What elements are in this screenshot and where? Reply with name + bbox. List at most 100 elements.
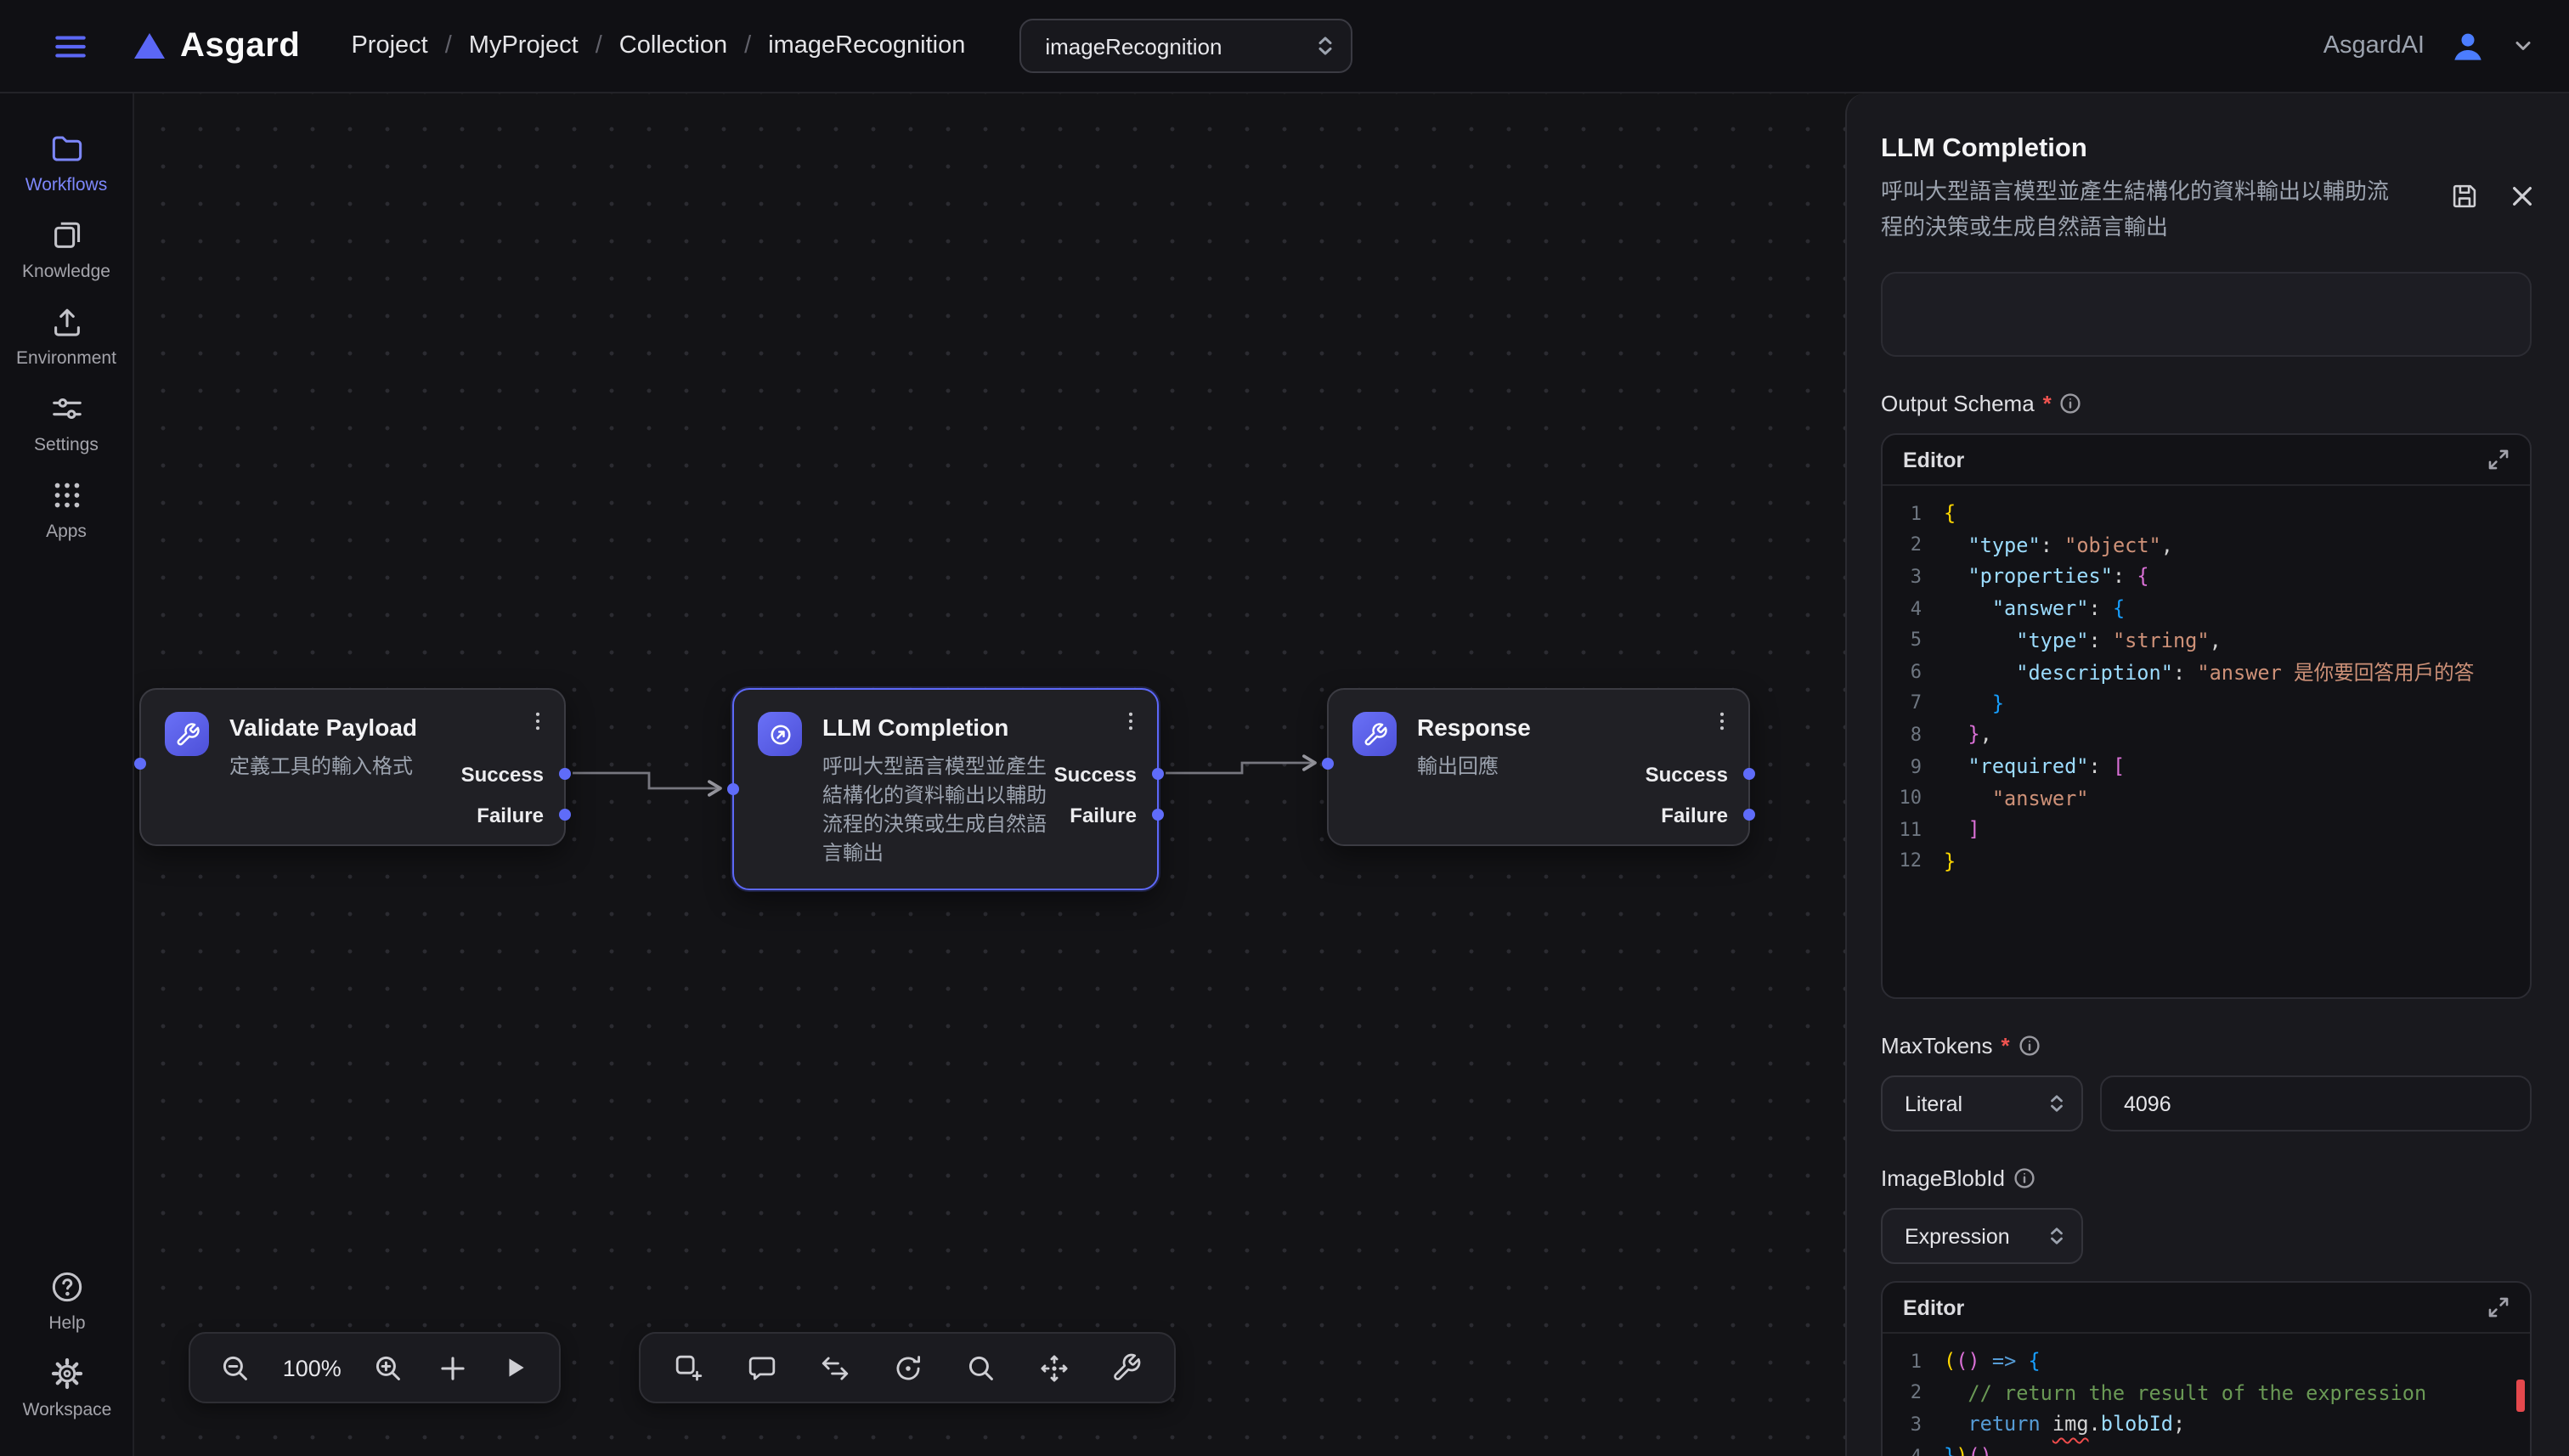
rerun-button[interactable] (892, 1352, 924, 1384)
breadcrumb-separator: / (744, 32, 751, 59)
code-area[interactable]: 1(() => {2 // return the result of the e… (1883, 1334, 2530, 1456)
max-tokens-label: MaxTokens * (1881, 1033, 2532, 1058)
inspector-description: 呼叫大型語言模型並產生結構化的資料輸出以輔助流程的決策或生成自然語言輸出 (1881, 175, 2394, 245)
node-validate-payload[interactable]: Validate Payload 定義工具的輸入格式 Success Failu… (139, 688, 566, 846)
info-icon[interactable] (2060, 392, 2082, 415)
tools-button[interactable] (1111, 1352, 1142, 1383)
breadcrumb: Project / MyProject / Collection / image… (351, 32, 965, 59)
success-port[interactable] (1743, 768, 1755, 780)
save-icon (2450, 182, 2479, 211)
sliders-icon (48, 391, 84, 426)
save-button[interactable] (2450, 182, 2479, 211)
add-node-button[interactable] (673, 1352, 705, 1384)
sidebar-item-settings[interactable]: Settings (3, 391, 129, 455)
sidebar-item-label: Environment (16, 348, 116, 369)
info-icon[interactable] (2019, 1035, 2041, 1057)
user-avatar-icon[interactable] (2447, 25, 2489, 67)
failure-port[interactable] (1152, 809, 1164, 821)
select-value: Expression (1905, 1224, 2010, 1248)
success-port[interactable] (559, 768, 571, 780)
expression-editor: Editor 1(() => {2 // return the result o… (1881, 1281, 2532, 1456)
breadcrumb-separator: / (596, 32, 602, 59)
wrench-icon (1111, 1352, 1142, 1383)
sidebar-item-label: Knowledge (22, 262, 110, 282)
run-button[interactable] (500, 1352, 530, 1383)
sidebar-bottom-group: Help Workspace (0, 1269, 134, 1442)
node-subtitle: 呼叫大型語言模型並產生結構化的資料輸出以輔助流程的決策或生成自然語言輸出 (822, 753, 1050, 868)
output-schema-editor: Editor 1{2 "type": "object",3 "propertie… (1881, 433, 2532, 999)
sidebar-item-apps[interactable]: Apps (3, 477, 129, 542)
chevron-updown-icon (2047, 1092, 2066, 1115)
zoom-toolbar: 100% (189, 1332, 561, 1403)
field-label-text: MaxTokens (1881, 1033, 1993, 1058)
app-window: Asgard Project / MyProject / Collection … (0, 0, 2569, 1456)
fit-view-button[interactable] (1038, 1352, 1070, 1384)
sidebar-item-label: Settings (34, 435, 99, 455)
chevron-down-icon[interactable] (2511, 34, 2535, 58)
help-icon (49, 1269, 85, 1305)
editor-title: Editor (1903, 448, 1964, 471)
menu-icon[interactable] (51, 26, 90, 65)
clipped-field[interactable] (1881, 272, 2532, 357)
nav-right-group: AsgardAI (2323, 25, 2535, 67)
field-label-text: Output Schema (1881, 391, 2035, 416)
swap-arrows-icon (819, 1352, 851, 1384)
node-menu-icon[interactable] (525, 708, 550, 734)
breadcrumb-myproject[interactable]: MyProject (469, 32, 579, 59)
zoom-in-button[interactable] (373, 1352, 405, 1384)
node-menu-icon[interactable] (1118, 708, 1143, 734)
search-button[interactable] (965, 1352, 997, 1384)
upload-icon (48, 304, 84, 340)
comment-button[interactable] (746, 1352, 778, 1384)
chevron-updown-icon (2047, 1225, 2066, 1247)
error-marker (2515, 1380, 2525, 1412)
sidebar-item-label: Workspace (23, 1400, 112, 1420)
inspector-title: LLM Completion (1881, 134, 2532, 165)
max-tokens-mode-select[interactable]: Literal (1881, 1075, 2083, 1132)
frame-plus-icon (673, 1352, 705, 1384)
sidebar-item-environment[interactable]: Environment (3, 304, 129, 369)
max-tokens-input[interactable] (2100, 1075, 2532, 1132)
failure-port[interactable] (1743, 809, 1755, 821)
canvas-tools-toolbar (639, 1332, 1176, 1403)
node-menu-icon[interactable] (1709, 708, 1735, 734)
swap-connections-button[interactable] (819, 1352, 851, 1384)
failure-port[interactable] (559, 809, 571, 821)
ai-circle-arrow-icon (758, 712, 802, 756)
editor-title: Editor (1903, 1295, 1964, 1319)
workflow-select[interactable]: imageRecognition (1019, 19, 1352, 73)
image-blob-id-row: Expression (1881, 1208, 2532, 1264)
zoom-out-button[interactable] (219, 1352, 251, 1384)
sidebar-item-help[interactable]: Help (4, 1269, 130, 1334)
sidebar-item-label: Workflows (25, 175, 107, 195)
node-subtitle: 輸出回應 (1417, 753, 1499, 782)
app-logo[interactable]: Asgard (133, 26, 300, 65)
info-icon[interactable] (2013, 1167, 2035, 1189)
sidebar-item-workflows[interactable]: Workflows (3, 131, 129, 195)
node-title: Validate Payload (229, 714, 417, 741)
breadcrumb-imagerecognition[interactable]: imageRecognition (768, 32, 965, 59)
node-response[interactable]: Response 輸出回應 Success Failure (1327, 688, 1750, 846)
rotate-target-icon (892, 1352, 924, 1384)
editor-header: Editor (1883, 1283, 2530, 1334)
wrench-icon (1352, 712, 1397, 756)
input-port[interactable] (1322, 758, 1334, 770)
input-port[interactable] (134, 758, 146, 770)
close-button[interactable] (2510, 182, 2535, 211)
breadcrumb-collection[interactable]: Collection (619, 32, 727, 59)
success-port[interactable] (1152, 768, 1164, 780)
expand-icon[interactable] (2487, 1296, 2510, 1318)
add-button[interactable] (436, 1352, 468, 1384)
expand-icon[interactable] (2487, 449, 2510, 471)
editor-header: Editor (1883, 435, 2530, 486)
node-llm-completion[interactable]: LLM Completion 呼叫大型語言模型並產生結構化的資料輸出以輔助流程的… (732, 688, 1159, 890)
image-blob-id-mode-select[interactable]: Expression (1881, 1208, 2083, 1264)
input-port[interactable] (727, 783, 739, 795)
sidebar-item-knowledge[interactable]: Knowledge (3, 217, 129, 282)
top-nav: Asgard Project / MyProject / Collection … (0, 0, 2569, 93)
sidebar-item-workspace[interactable]: Workspace (4, 1356, 130, 1420)
code-area[interactable]: 1{2 "type": "object",3 "properties": {4 … (1883, 486, 2530, 997)
folder-icon (48, 131, 84, 166)
breadcrumb-project[interactable]: Project (351, 32, 427, 59)
required-mark: * (2002, 1033, 2010, 1058)
